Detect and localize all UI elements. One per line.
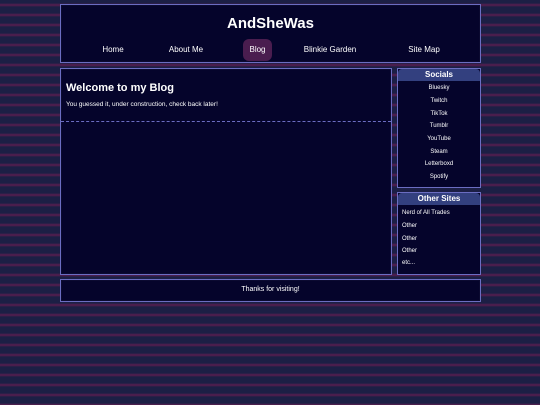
site-footer: Thanks for visiting!	[60, 279, 481, 302]
nav-item-blog[interactable]: Blog	[243, 39, 272, 61]
social-link-twitch[interactable]: Twitch	[398, 98, 480, 104]
other-sites-panel: Other Sites Nerd of All Trades Other Oth…	[397, 192, 481, 275]
site-title: AndSheWas	[227, 15, 314, 32]
nav-item-blinkie-garden[interactable]: Blinkie Garden	[301, 39, 359, 61]
other-site-link[interactable]: etc...	[402, 260, 415, 266]
site-header: AndSheWas Home About Me Blog Blinkie Gar…	[60, 4, 481, 63]
page-intro-text: You guessed it, under construction, chec…	[66, 101, 218, 108]
content-divider	[61, 121, 391, 122]
socials-heading: Socials	[398, 69, 480, 81]
nav-item-home[interactable]: Home	[94, 39, 132, 61]
other-site-link[interactable]: Other	[402, 223, 417, 229]
other-sites-heading: Other Sites	[398, 193, 480, 205]
nav-item-about-me[interactable]: About Me	[164, 39, 208, 61]
social-link-tiktok[interactable]: TikTok	[398, 111, 480, 117]
other-site-link[interactable]: Other	[402, 248, 417, 254]
page-title: Welcome to my Blog	[66, 82, 174, 94]
social-link-youtube[interactable]: YouTube	[398, 136, 480, 142]
social-link-letterboxd[interactable]: Letterboxd	[398, 161, 480, 167]
other-site-link[interactable]: Other	[402, 236, 417, 242]
socials-panel: Socials Bluesky Twitch TikTok Tumblr You…	[397, 68, 481, 188]
footer-text: Thanks for visiting!	[241, 286, 300, 293]
social-link-tumblr[interactable]: Tumblr	[398, 123, 480, 129]
social-link-steam[interactable]: Steam	[398, 149, 480, 155]
nav-item-site-map[interactable]: Site Map	[401, 39, 447, 61]
main-nav: Home About Me Blog Blinkie Garden Site M…	[61, 39, 480, 61]
social-link-bluesky[interactable]: Bluesky	[398, 85, 480, 91]
blog-panel: Welcome to my Blog You guessed it, under…	[60, 68, 392, 275]
social-link-spotify[interactable]: Spotify	[398, 174, 480, 180]
other-site-link[interactable]: Nerd of All Trades	[402, 210, 450, 216]
